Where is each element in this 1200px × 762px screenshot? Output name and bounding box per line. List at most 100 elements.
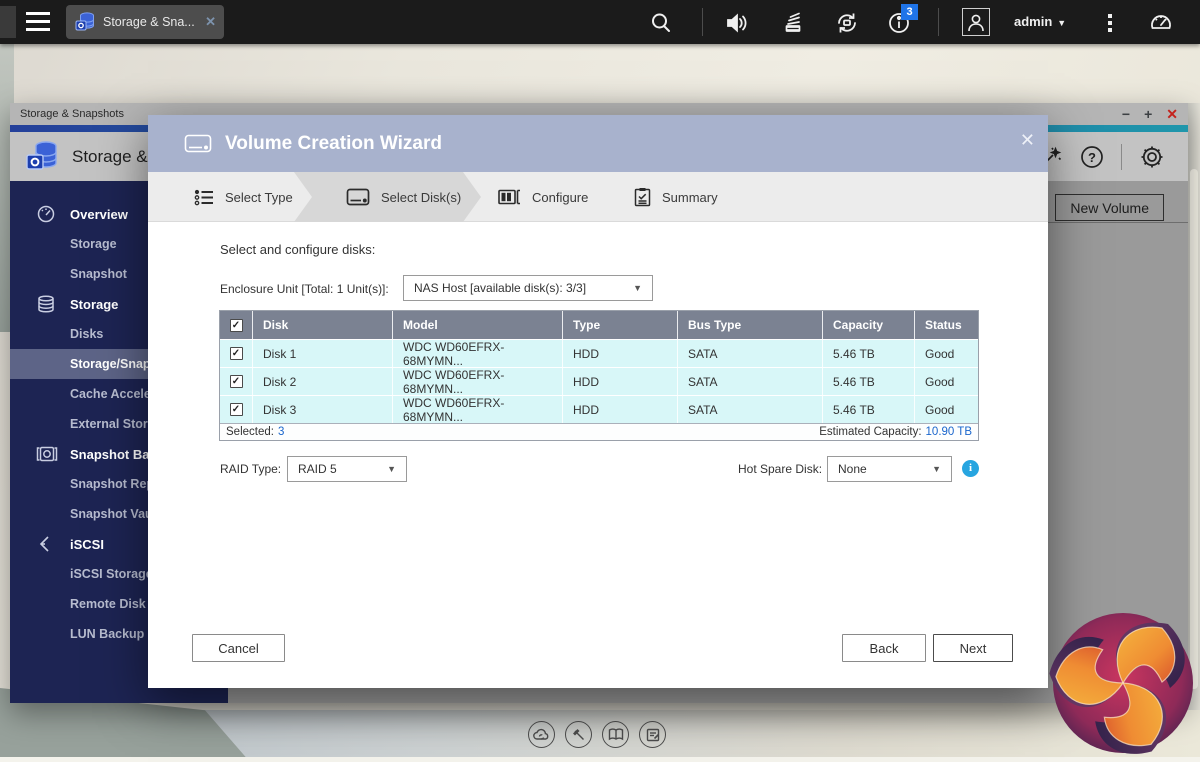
book-icon[interactable]: [602, 721, 629, 748]
step-label: Select Disk(s): [381, 189, 462, 205]
cell-status: Good: [914, 396, 978, 423]
select-all-checkbox[interactable]: ✓: [229, 318, 243, 332]
iscsi-icon: [36, 534, 58, 554]
chevron-down-icon: ▼: [387, 464, 396, 474]
enclosure-select[interactable]: NAS Host [available disk(s): 3/3] ▼: [403, 275, 653, 301]
sidebar-item-label: Storage: [70, 237, 117, 251]
camera-icon: [36, 444, 58, 464]
dashboard-icon[interactable]: [1148, 10, 1174, 36]
col-header-model[interactable]: Model: [392, 311, 562, 339]
select-disks-icon: [346, 188, 370, 206]
sidebar-item-label: Disks: [70, 327, 104, 341]
col-header-bus-type[interactable]: Bus Type: [677, 311, 822, 339]
help-icon[interactable]: ?: [1079, 144, 1105, 170]
cell-model: WDC WD60EFRX-68MYMN...: [392, 396, 562, 424]
step-label: Summary: [662, 189, 718, 205]
app-tab-storage-snapshots[interactable]: Storage & Sna... ✕: [66, 5, 224, 39]
header-divider: [1121, 143, 1122, 170]
admin-menu[interactable]: admin ▼: [1014, 14, 1066, 29]
new-volume-button[interactable]: New Volume: [1055, 194, 1164, 221]
sidebar-item-label: Overview: [70, 206, 128, 222]
user-account-icon[interactable]: [962, 8, 990, 36]
cancel-button[interactable]: Cancel: [192, 634, 285, 662]
step-summary[interactable]: Summary: [634, 172, 718, 222]
enclosure-value: NAS Host [available disk(s): 3/3]: [414, 281, 587, 295]
col-header-type[interactable]: Type: [562, 311, 677, 339]
storage-app-icon: [26, 140, 57, 170]
step-select-disks[interactable]: Select Disk(s): [346, 172, 461, 222]
cell-model: WDC WD60EFRX-68MYMN...: [392, 368, 562, 396]
col-header-status[interactable]: Status: [914, 311, 978, 339]
desktop-bottom-line: [0, 757, 1200, 762]
settings-gear-icon[interactable]: [1138, 143, 1166, 171]
topbar-divider: [702, 8, 703, 36]
info-icon[interactable]: i: [962, 460, 979, 477]
sidebar-item-label: Remote Disk: [70, 597, 146, 611]
disk-row-1[interactable]: ✓ Disk 1 WDC WD60EFRX-68MYMN... HDD SATA 5.46…: [220, 339, 978, 368]
cell-bus: SATA: [677, 340, 822, 367]
cell-type: HDD: [562, 340, 677, 367]
cell-status: Good: [914, 340, 978, 367]
back-button[interactable]: Back: [842, 634, 926, 662]
cell-type: HDD: [562, 396, 677, 423]
col-header-capacity[interactable]: Capacity: [822, 311, 914, 339]
hot-spare-select[interactable]: None ▼: [827, 456, 952, 482]
cell-status: Good: [914, 368, 978, 395]
sidebar-item-label: Storage: [70, 296, 119, 312]
cloud-icon[interactable]: [528, 721, 555, 748]
disk-table: ✓ Disk Model Type Bus Type Capacity Stat…: [219, 310, 979, 441]
search-icon[interactable]: [648, 10, 674, 36]
raid-type-label: RAID Type:: [220, 462, 282, 476]
col-header-disk[interactable]: Disk: [252, 311, 392, 339]
sidebar-item-label: Snapshot: [70, 267, 127, 281]
background-tasks-icon[interactable]: [780, 10, 806, 36]
minimize-icon[interactable]: −: [1122, 104, 1130, 124]
step-label: Configure: [532, 189, 589, 205]
more-options-icon[interactable]: [1106, 10, 1114, 36]
disk-checkbox[interactable]: ✓: [229, 403, 243, 416]
volume-icon[interactable]: [724, 10, 750, 36]
sync-restore-icon[interactable]: [834, 10, 860, 36]
close-icon[interactable]: ✕: [1166, 104, 1178, 124]
chevron-down-icon: ▼: [633, 283, 642, 293]
tools-hammer-icon[interactable]: [565, 721, 592, 748]
notification-badge[interactable]: 3: [901, 4, 918, 20]
sidebar-item-label: iSCSI: [70, 536, 104, 552]
cell-bus: SATA: [677, 368, 822, 395]
disk-checkbox[interactable]: ✓: [229, 375, 243, 388]
disk-row-3[interactable]: ✓ Disk 3 WDC WD60EFRX-68MYMN... HDD SATA 5.46…: [220, 395, 978, 424]
summary-icon: [634, 188, 651, 207]
volume-creation-wizard-dialog: Volume Creation Wizard ✕ Select Type Sel…: [148, 115, 1048, 688]
table-header-row: ✓ Disk Model Type Bus Type Capacity Stat…: [220, 311, 978, 339]
raid-type-select[interactable]: RAID 5 ▼: [287, 456, 407, 482]
hot-spare-value: None: [838, 462, 867, 476]
selected-label: Selected:: [226, 426, 274, 438]
tab-label: Storage & Sna...: [103, 15, 195, 29]
dialog-title: Volume Creation Wizard: [225, 132, 442, 154]
wizard-steps: Select Type Select Disk(s) Configure Sum…: [148, 172, 1048, 222]
enclosure-label: Enclosure Unit [Total: 1 Unit(s)]:: [220, 282, 389, 296]
cell-capacity: 5.46 TB: [822, 368, 914, 395]
main-menu-icon[interactable]: [26, 12, 50, 31]
step-select-type[interactable]: Select Type: [194, 172, 293, 222]
gauge-icon: [36, 204, 58, 224]
sidebar-item-label: iSCSI Storage: [70, 567, 153, 581]
disks-icon: [36, 294, 58, 314]
admin-label: admin: [1014, 14, 1053, 29]
disk-row-2[interactable]: ✓ Disk 2 WDC WD60EFRX-68MYMN... HDD SATA 5.46…: [220, 367, 978, 396]
step-configure[interactable]: Configure: [498, 172, 588, 222]
topbar-divider: [938, 8, 939, 36]
cell-disk: Disk 1: [252, 340, 392, 367]
disk-drive-icon: [184, 134, 212, 152]
notes-icon[interactable]: [639, 721, 666, 748]
dialog-close-icon[interactable]: ✕: [1020, 130, 1035, 151]
disk-checkbox[interactable]: ✓: [229, 347, 243, 360]
tab-close-icon[interactable]: ✕: [205, 14, 216, 30]
top-bar: Storage & Sna... ✕ 3 admin ▼: [0, 0, 1200, 44]
maximize-icon[interactable]: +: [1144, 104, 1152, 124]
cell-type: HDD: [562, 368, 677, 395]
estimated-capacity-label: Estimated Capacity:: [819, 426, 922, 438]
table-footer: Selected: 3 Estimated Capacity: 10.90 TB: [220, 423, 978, 440]
chevron-down-icon: ▼: [932, 464, 941, 474]
next-button[interactable]: Next: [933, 634, 1013, 662]
